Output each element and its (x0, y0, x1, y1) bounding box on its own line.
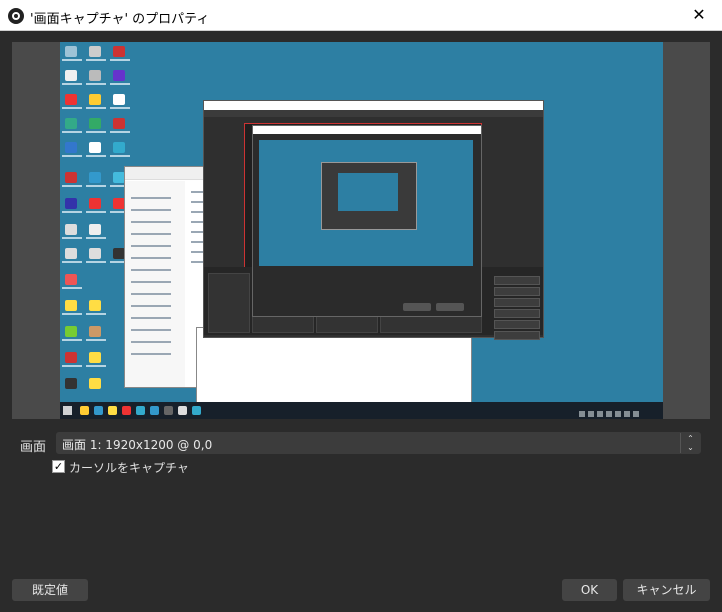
taskbar-preview (60, 402, 663, 419)
obs-logo-icon (8, 8, 24, 24)
file-list-window-preview (196, 327, 472, 403)
preview-frame (12, 42, 710, 419)
nested-properties-dialog-preview (252, 125, 482, 317)
select-spinner-icon[interactable]: ⌃ ⌄ (680, 433, 700, 453)
capture-cursor-label[interactable]: カーソルをキャプチャ (69, 459, 189, 476)
ok-button[interactable]: OK (562, 579, 617, 601)
obs-main-window-preview (203, 100, 544, 340)
close-button[interactable]: ✕ (676, 0, 722, 30)
title-bar: '画面キャプチャ' のプロパティ ✕ (0, 0, 722, 31)
capture-cursor-checkbox[interactable]: ✓ (52, 460, 65, 473)
captured-desktop-preview (60, 42, 663, 419)
defaults-button[interactable]: 既定値 (12, 579, 88, 601)
screen-select-value: 画面 1: 1920x1200 @ 0,0 (62, 438, 213, 452)
window-title: '画面キャプチャ' のプロパティ (30, 12, 210, 27)
cancel-button[interactable]: キャンセル (623, 579, 710, 601)
screen-label: 画面 (20, 440, 47, 455)
screen-select[interactable]: 画面 1: 1920x1200 @ 0,0 ⌃ ⌄ (56, 432, 701, 454)
screen-property-row: 画面 画面 1: 1920x1200 @ 0,0 ⌃ ⌄ (0, 432, 722, 455)
